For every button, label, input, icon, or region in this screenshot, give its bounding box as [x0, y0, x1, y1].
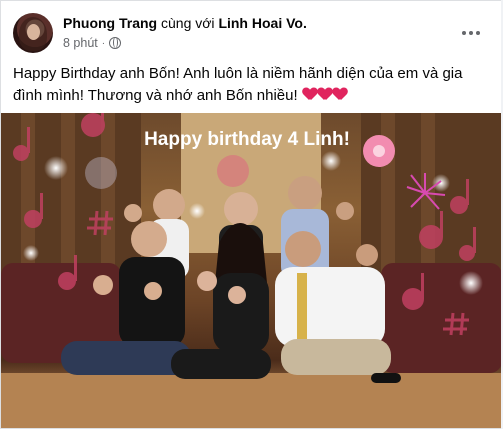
globe-icon[interactable]	[109, 37, 122, 49]
author-avatar[interactable]	[13, 13, 53, 53]
heart-icon	[333, 88, 347, 102]
post-meta: 8 phút ·	[63, 36, 122, 50]
author-line: Phuong Trang cùng với Linh Hoai Vo.	[63, 15, 307, 31]
more-dot	[462, 31, 466, 35]
tie	[297, 273, 307, 343]
heart-bubble	[217, 155, 249, 187]
heart-emojis	[302, 87, 347, 104]
heart-icon	[318, 88, 332, 102]
post-time[interactable]: 8 phút	[63, 36, 98, 50]
post-header: Phuong Trang cùng với Linh Hoai Vo. 8 ph…	[13, 13, 493, 55]
tagged-name[interactable]: Linh Hoai Vo.	[218, 15, 306, 31]
person	[131, 221, 167, 257]
post-message: Happy Birthday anh Bốn! Anh luôn là niềm…	[13, 65, 463, 104]
floor	[1, 373, 501, 428]
right-sofa	[381, 263, 501, 373]
more-dot	[469, 31, 473, 35]
more-dot	[476, 31, 480, 35]
person	[153, 189, 185, 221]
post-card: Phuong Trang cùng với Linh Hoai Vo. 8 ph…	[0, 0, 501, 429]
with-label: cùng với	[161, 15, 215, 31]
heart-icon	[303, 88, 317, 102]
meta-separator: ·	[101, 37, 106, 49]
author-name[interactable]: Phuong Trang	[63, 15, 157, 31]
photo-overlay-title: Happy birthday 4 Linh!	[144, 129, 350, 150]
more-options-icon[interactable]	[457, 19, 485, 47]
person	[224, 192, 258, 226]
person	[285, 231, 321, 267]
bubble	[85, 157, 117, 189]
flower-icon	[363, 135, 395, 167]
avatar-face	[27, 24, 40, 40]
post-text: Happy Birthday anh Bốn! Anh luôn là niềm…	[13, 63, 491, 107]
post-photo[interactable]: Happy birthday 4 Linh!	[1, 113, 501, 428]
photo-scene: Happy birthday 4 Linh!	[1, 113, 501, 428]
person	[288, 176, 322, 210]
